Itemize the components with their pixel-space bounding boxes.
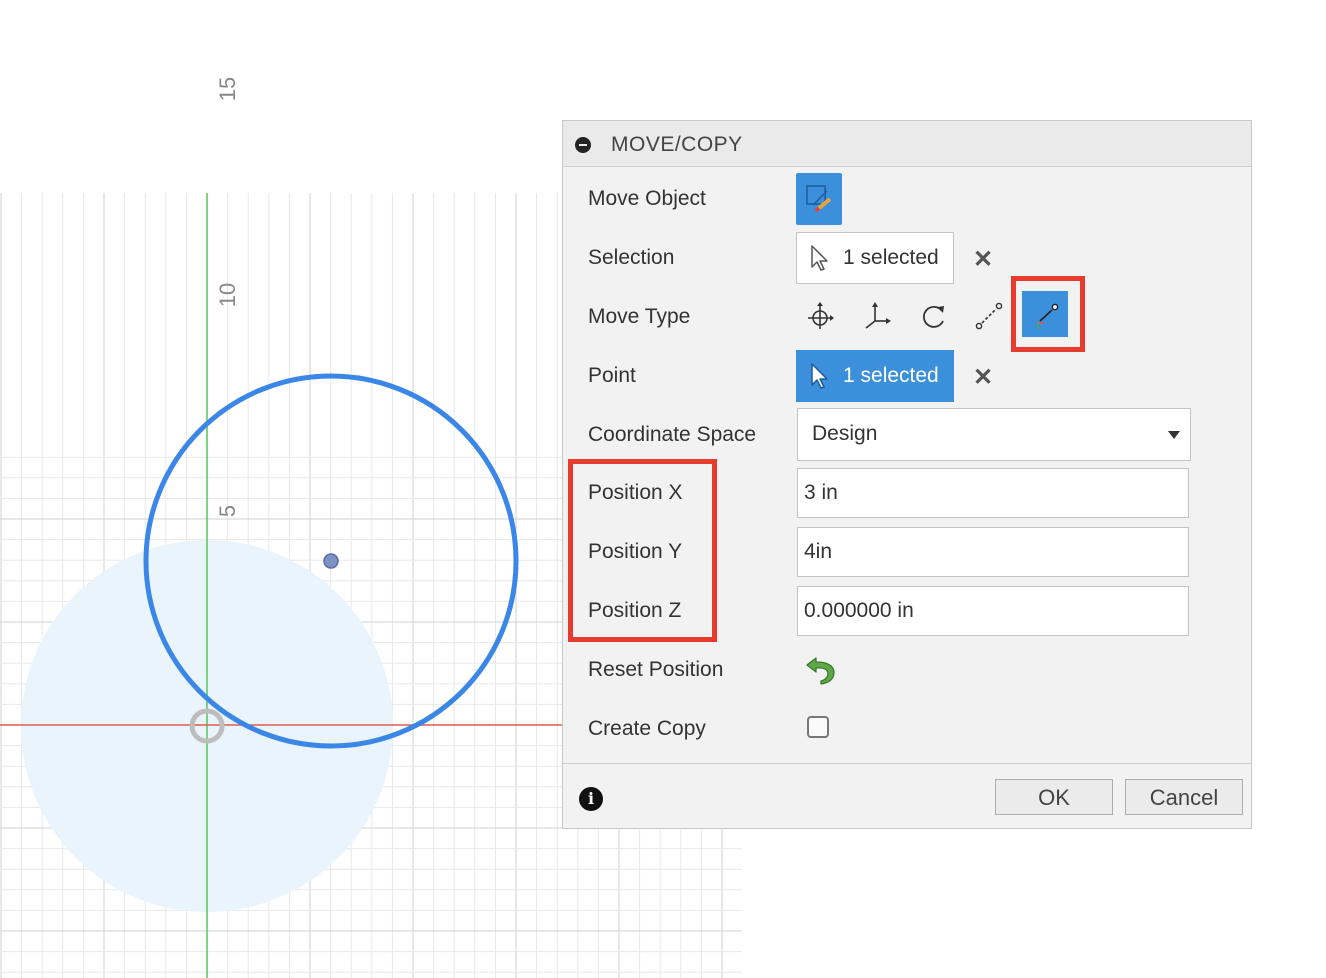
collapse-icon[interactable] bbox=[575, 137, 591, 153]
info-icon[interactable]: i bbox=[579, 787, 603, 811]
move-copy-dialog: MOVE/COPY Move Object Selection 1 select… bbox=[562, 120, 1252, 829]
position-x-input[interactable] bbox=[797, 468, 1189, 518]
circle-center-point[interactable] bbox=[323, 553, 339, 569]
clear-point-icon[interactable]: ✕ bbox=[973, 363, 993, 392]
point-selection-count: 1 selected bbox=[843, 364, 939, 387]
selection-selector[interactable]: 1 selected bbox=[796, 232, 954, 284]
coordinate-space-value: Design bbox=[812, 422, 878, 445]
reset-undo-icon[interactable] bbox=[803, 653, 839, 687]
move-object-button[interactable] bbox=[796, 173, 842, 225]
selection-label: Selection bbox=[588, 246, 675, 269]
selection-count: 1 selected bbox=[843, 246, 939, 269]
point-to-position-icon[interactable] bbox=[1028, 299, 1062, 333]
move-object-icon bbox=[806, 185, 832, 213]
position-y-input[interactable] bbox=[797, 527, 1189, 577]
chevron-down-icon bbox=[1168, 431, 1180, 439]
translate-icon[interactable] bbox=[859, 299, 893, 333]
point-label: Point bbox=[588, 364, 636, 387]
move-object-label: Move Object bbox=[588, 187, 706, 210]
coordinate-space-label: Coordinate Space bbox=[588, 423, 757, 446]
axis-label-5: 5 bbox=[215, 504, 240, 518]
cancel-button[interactable]: Cancel bbox=[1125, 779, 1243, 815]
position-z-input[interactable] bbox=[797, 586, 1189, 636]
dialog-header: MOVE/COPY bbox=[563, 121, 1251, 167]
ok-button[interactable]: OK bbox=[995, 779, 1113, 815]
point-to-point-icon[interactable] bbox=[972, 299, 1006, 333]
reset-position-label: Reset Position bbox=[588, 658, 724, 681]
position-y-label: Position Y bbox=[588, 540, 683, 563]
rotate-icon[interactable] bbox=[916, 299, 950, 333]
position-x-label: Position X bbox=[588, 481, 683, 504]
cursor-arrow-icon bbox=[811, 363, 828, 389]
coordinate-space-dropdown[interactable]: Design bbox=[797, 408, 1191, 461]
free-move-icon[interactable] bbox=[803, 299, 837, 333]
dialog-footer: i OK Cancel bbox=[563, 763, 1251, 830]
move-type-label: Move Type bbox=[588, 305, 691, 328]
clear-selection-icon[interactable]: ✕ bbox=[973, 245, 993, 274]
axis-label-10: 10 bbox=[215, 282, 240, 308]
create-copy-label: Create Copy bbox=[588, 717, 706, 740]
axis-label-15: 15 bbox=[215, 76, 240, 102]
dialog-title: MOVE/COPY bbox=[611, 133, 743, 156]
create-copy-checkbox[interactable] bbox=[807, 716, 829, 738]
point-selector[interactable]: 1 selected bbox=[796, 350, 954, 402]
position-z-label: Position Z bbox=[588, 599, 682, 622]
cursor-arrow-icon bbox=[811, 245, 828, 271]
